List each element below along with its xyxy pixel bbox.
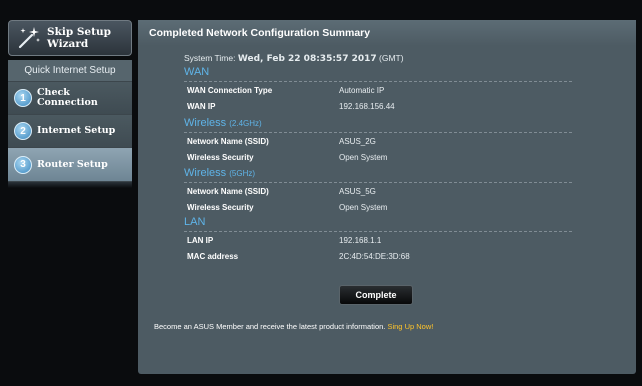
- section-heading-wireless-24ghz: Wireless (2.4GHz): [184, 117, 262, 129]
- row-value: 2C:4D:54:DE:3D:68: [339, 252, 410, 261]
- summary-row: LAN IP 192.168.1.1: [187, 236, 577, 250]
- system-time-zone: (GMT): [379, 53, 404, 63]
- section-divider: [184, 231, 572, 232]
- row-key: Wireless Security: [187, 153, 254, 162]
- row-key: MAC address: [187, 252, 239, 261]
- band-label: (2.4GHz): [229, 119, 262, 128]
- band-label: (5GHz): [229, 169, 256, 178]
- system-time-label: System Time:: [184, 53, 236, 63]
- step-label: Internet Setup: [37, 125, 116, 136]
- complete-button[interactable]: Complete: [339, 285, 413, 305]
- row-value: 192.168.1.1: [339, 236, 382, 245]
- row-key: Wireless Security: [187, 203, 254, 212]
- sign-up-link[interactable]: Sing Up Now!: [387, 322, 433, 331]
- step-number-2: 2: [14, 122, 32, 140]
- footer-text: Become an ASUS Member and receive the la…: [154, 322, 386, 331]
- section-heading-text: Wireless: [184, 117, 227, 129]
- setup-steps-nav: Quick Internet Setup 1 Check Connection …: [8, 60, 132, 182]
- step-label: Check Connection: [37, 88, 98, 108]
- summary-panel: Completed Network Configuration Summary …: [138, 20, 636, 374]
- summary-row: MAC address 2C:4D:54:DE:3D:68: [187, 252, 577, 266]
- row-value: Open System: [339, 203, 388, 212]
- step-label-line2: Connection: [37, 97, 98, 108]
- section-heading-lan: LAN: [184, 216, 206, 228]
- summary-row: WAN Connection Type Automatic IP: [187, 86, 577, 100]
- skip-setup-wizard-label: Skip Setup Wizard: [47, 26, 111, 50]
- step-label: Router Setup: [37, 158, 108, 170]
- sidebar-shadow: [8, 182, 132, 188]
- row-key: Network Name (SSID): [187, 187, 269, 196]
- row-value: ASUS_5G: [339, 187, 376, 196]
- step-check-connection[interactable]: 1 Check Connection: [8, 82, 132, 115]
- step-number-1: 1: [14, 89, 32, 107]
- section-divider: [184, 182, 572, 183]
- footer-message: Become an ASUS Member and receive the la…: [154, 322, 433, 331]
- row-value: 192.168.156.44: [339, 102, 395, 111]
- row-value: ASUS_2G: [339, 137, 376, 146]
- summary-row: WAN IP 192.168.156.44: [187, 102, 577, 116]
- steps-title: Quick Internet Setup: [8, 60, 132, 82]
- section-heading-wireless-5ghz: Wireless (5GHz): [184, 167, 255, 179]
- step-number-3: 3: [14, 155, 32, 174]
- panel-title: Completed Network Configuration Summary: [138, 20, 636, 46]
- section-heading-wan: WAN: [184, 66, 210, 78]
- row-value: Automatic IP: [339, 86, 385, 95]
- row-key: WAN Connection Type: [187, 86, 273, 95]
- step-router-setup[interactable]: 3 Router Setup: [8, 148, 132, 182]
- row-key: LAN IP: [187, 236, 214, 245]
- system-time: System Time: Wed, Feb 22 08:35:57 2017 (…: [184, 53, 404, 64]
- system-time-value: Wed, Feb 22 08:35:57 2017: [237, 54, 377, 64]
- summary-row: Wireless Security Open System: [187, 203, 577, 217]
- magic-wand-icon: [15, 25, 41, 51]
- summary-row: Network Name (SSID) ASUS_5G: [187, 187, 577, 201]
- section-divider: [184, 132, 572, 133]
- row-key: Network Name (SSID): [187, 137, 269, 146]
- summary-row: Wireless Security Open System: [187, 153, 577, 167]
- section-heading-text: Wireless: [184, 167, 227, 179]
- row-value: Open System: [339, 153, 388, 162]
- summary-row: Network Name (SSID) ASUS_2G: [187, 137, 577, 151]
- row-key: WAN IP: [187, 102, 216, 111]
- step-internet-setup[interactable]: 2 Internet Setup: [8, 115, 132, 148]
- section-divider: [184, 81, 572, 82]
- skip-setup-wizard-button[interactable]: Skip Setup Wizard: [8, 20, 132, 56]
